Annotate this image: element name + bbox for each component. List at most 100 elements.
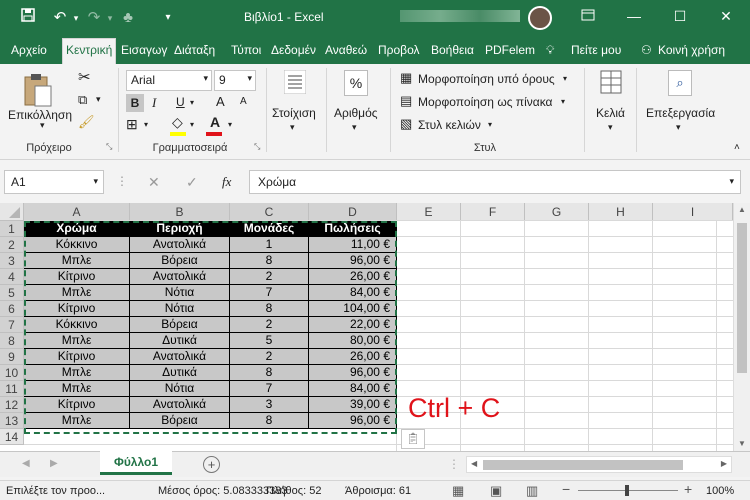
column-header[interactable]: A xyxy=(24,203,130,221)
expand-formula-icon[interactable]: ▾ xyxy=(729,176,734,187)
table-cell[interactable]: Κίτρινο xyxy=(24,301,130,317)
font-color-button[interactable]: A xyxy=(210,114,220,130)
maximize-button[interactable]: ☐ xyxy=(657,0,703,32)
grow-font-button[interactable]: A xyxy=(216,94,225,109)
copy-icon[interactable]: ⧉ xyxy=(78,92,87,108)
row-header[interactable]: 14 xyxy=(0,429,24,445)
table-cell[interactable]: 2 xyxy=(230,269,309,285)
tell-me-box[interactable]: Πείτε μου xyxy=(568,42,624,64)
row-header[interactable]: 10 xyxy=(0,365,24,381)
column-header[interactable]: D xyxy=(309,203,397,221)
table-cell[interactable]: 7 xyxy=(230,285,309,301)
row-header[interactable]: 13 xyxy=(0,413,24,429)
bold-button[interactable]: B xyxy=(126,94,144,112)
paste-icon[interactable] xyxy=(22,72,54,108)
alignment-icon[interactable] xyxy=(283,69,307,100)
tab-8[interactable]: Βοήθεια xyxy=(428,42,477,64)
tab-7[interactable]: Προβολ xyxy=(375,42,423,64)
table-cell[interactable]: 8 xyxy=(230,365,309,381)
table-cell[interactable]: Δυτικά xyxy=(130,333,230,349)
font-launcher-icon[interactable]: ⤡ xyxy=(254,142,260,152)
underline-button[interactable]: U xyxy=(176,95,185,109)
column-header[interactable]: B xyxy=(130,203,230,221)
table-cell[interactable]: Νότια xyxy=(130,381,230,397)
table-cell[interactable]: 26,00 € xyxy=(309,269,397,285)
column-header[interactable]: I xyxy=(653,203,733,221)
conditional-formatting-icon[interactable]: ▦ xyxy=(400,70,412,86)
row-header[interactable]: 8 xyxy=(0,333,24,349)
conditional-formatting-button[interactable]: Μορφοποίηση υπό όρους xyxy=(418,72,555,86)
customize-qa-icon[interactable]: ▾ xyxy=(158,8,178,28)
table-cell[interactable]: Νότια xyxy=(130,301,230,317)
table-cell[interactable]: 2 xyxy=(230,317,309,333)
table-header-cell[interactable]: Περιοχή xyxy=(130,221,230,237)
table-cell[interactable]: 5 xyxy=(230,333,309,349)
fill-color-dropdown-icon[interactable]: ▾ xyxy=(190,120,194,129)
italic-button[interactable]: I xyxy=(152,95,156,111)
table-cell[interactable]: 8 xyxy=(230,413,309,429)
table-cell[interactable]: Κίτρινο xyxy=(24,349,130,365)
table-cell[interactable]: Μπλε xyxy=(24,333,130,349)
redo-dropdown-icon[interactable]: ▾ xyxy=(100,8,120,28)
table-cell[interactable]: 80,00 € xyxy=(309,333,397,349)
row-header[interactable]: 12 xyxy=(0,397,24,413)
table-cell[interactable]: Ανατολικά xyxy=(130,237,230,253)
normal-view-icon[interactable]: ▦ xyxy=(452,483,464,499)
copy-dropdown-icon[interactable]: ▾ xyxy=(96,94,101,105)
table-cell[interactable]: 39,00 € xyxy=(309,397,397,413)
format-painter-icon[interactable]: 🖌︎ xyxy=(78,114,95,130)
column-header[interactable]: C xyxy=(230,203,309,221)
search-icon[interactable]: ⌕ xyxy=(668,70,692,96)
row-header[interactable]: 2 xyxy=(0,237,24,253)
table-cell[interactable]: Μπλε xyxy=(24,365,130,381)
paste-dropdown-icon[interactable]: ▾ xyxy=(40,120,45,131)
formula-input[interactable]: Χρώμα ▾ xyxy=(249,170,741,194)
fill-color-icon[interactable]: ◇ xyxy=(172,114,183,131)
underline-dropdown-icon[interactable]: ▾ xyxy=(190,98,194,107)
table-cell[interactable]: Κίτρινο xyxy=(24,269,130,285)
zoom-out-icon[interactable]: − xyxy=(562,481,570,497)
table-cell[interactable]: 96,00 € xyxy=(309,253,397,269)
table-cell[interactable]: 26,00 € xyxy=(309,349,397,365)
avatar[interactable] xyxy=(528,6,552,30)
row-header[interactable]: 1 xyxy=(0,221,24,237)
scroll-thumb[interactable] xyxy=(483,460,683,470)
table-cell[interactable]: 96,00 € xyxy=(309,413,397,429)
table-cell[interactable]: Βόρεια xyxy=(130,413,230,429)
table-header-cell[interactable]: Χρώμα xyxy=(24,221,130,237)
share-button[interactable]: Κοινή χρήση xyxy=(655,42,728,64)
prev-sheet-icon[interactable]: ◀ xyxy=(22,458,30,469)
sheet-tab-active[interactable]: Φύλλο1 xyxy=(100,451,172,475)
page-break-icon[interactable]: ▥ xyxy=(526,483,538,499)
table-cell[interactable]: 8 xyxy=(230,253,309,269)
percent-icon[interactable]: % xyxy=(344,70,368,96)
table-cell[interactable]: 96,00 € xyxy=(309,365,397,381)
table-cell[interactable]: 104,00 € xyxy=(309,301,397,317)
alignment-button[interactable]: Στοίχιση xyxy=(272,106,316,120)
chevron-down-icon[interactable]: ▾ xyxy=(563,74,567,83)
tab-6[interactable]: Αναθεώ xyxy=(322,42,370,64)
zoom-slider-thumb[interactable] xyxy=(625,485,629,496)
table-cell[interactable]: Μπλε xyxy=(24,413,130,429)
cells-button[interactable]: Κελιά xyxy=(596,106,625,120)
page-layout-icon[interactable]: ▣ xyxy=(490,483,502,499)
editing-button[interactable]: Επεξεργασία xyxy=(646,106,715,120)
column-header[interactable]: E xyxy=(397,203,461,221)
cancel-icon[interactable]: ✕ xyxy=(148,174,160,191)
font-size-box[interactable]: 9 ▾ xyxy=(214,70,256,91)
zoom-level[interactable]: 100% xyxy=(706,485,734,497)
enter-icon[interactable]: ✓ xyxy=(186,174,198,191)
row-header[interactable]: 6 xyxy=(0,301,24,317)
table-cell[interactable]: 2 xyxy=(230,349,309,365)
horizontal-scrollbar[interactable]: ◀ ▶ xyxy=(466,456,732,473)
worksheet-grid[interactable]: ABCDEFGHI 1 2 3 4 5 6 7 8 9 10 11 12 13 14 Χρώμα Περιο… xyxy=(0,203,750,451)
scroll-up-icon[interactable]: ▲ xyxy=(738,205,746,214)
table-cell[interactable]: Βόρεια xyxy=(130,253,230,269)
alignment-dropdown-icon[interactable]: ▾ xyxy=(290,122,295,133)
table-cell[interactable]: Κόκκινο xyxy=(24,237,130,253)
scroll-thumb[interactable] xyxy=(737,223,747,373)
table-cell[interactable]: Ανατολικά xyxy=(130,397,230,413)
number-button[interactable]: Αριθμός xyxy=(334,106,378,120)
font-color-dropdown-icon[interactable]: ▾ xyxy=(228,120,232,129)
table-cell[interactable]: 84,00 € xyxy=(309,381,397,397)
